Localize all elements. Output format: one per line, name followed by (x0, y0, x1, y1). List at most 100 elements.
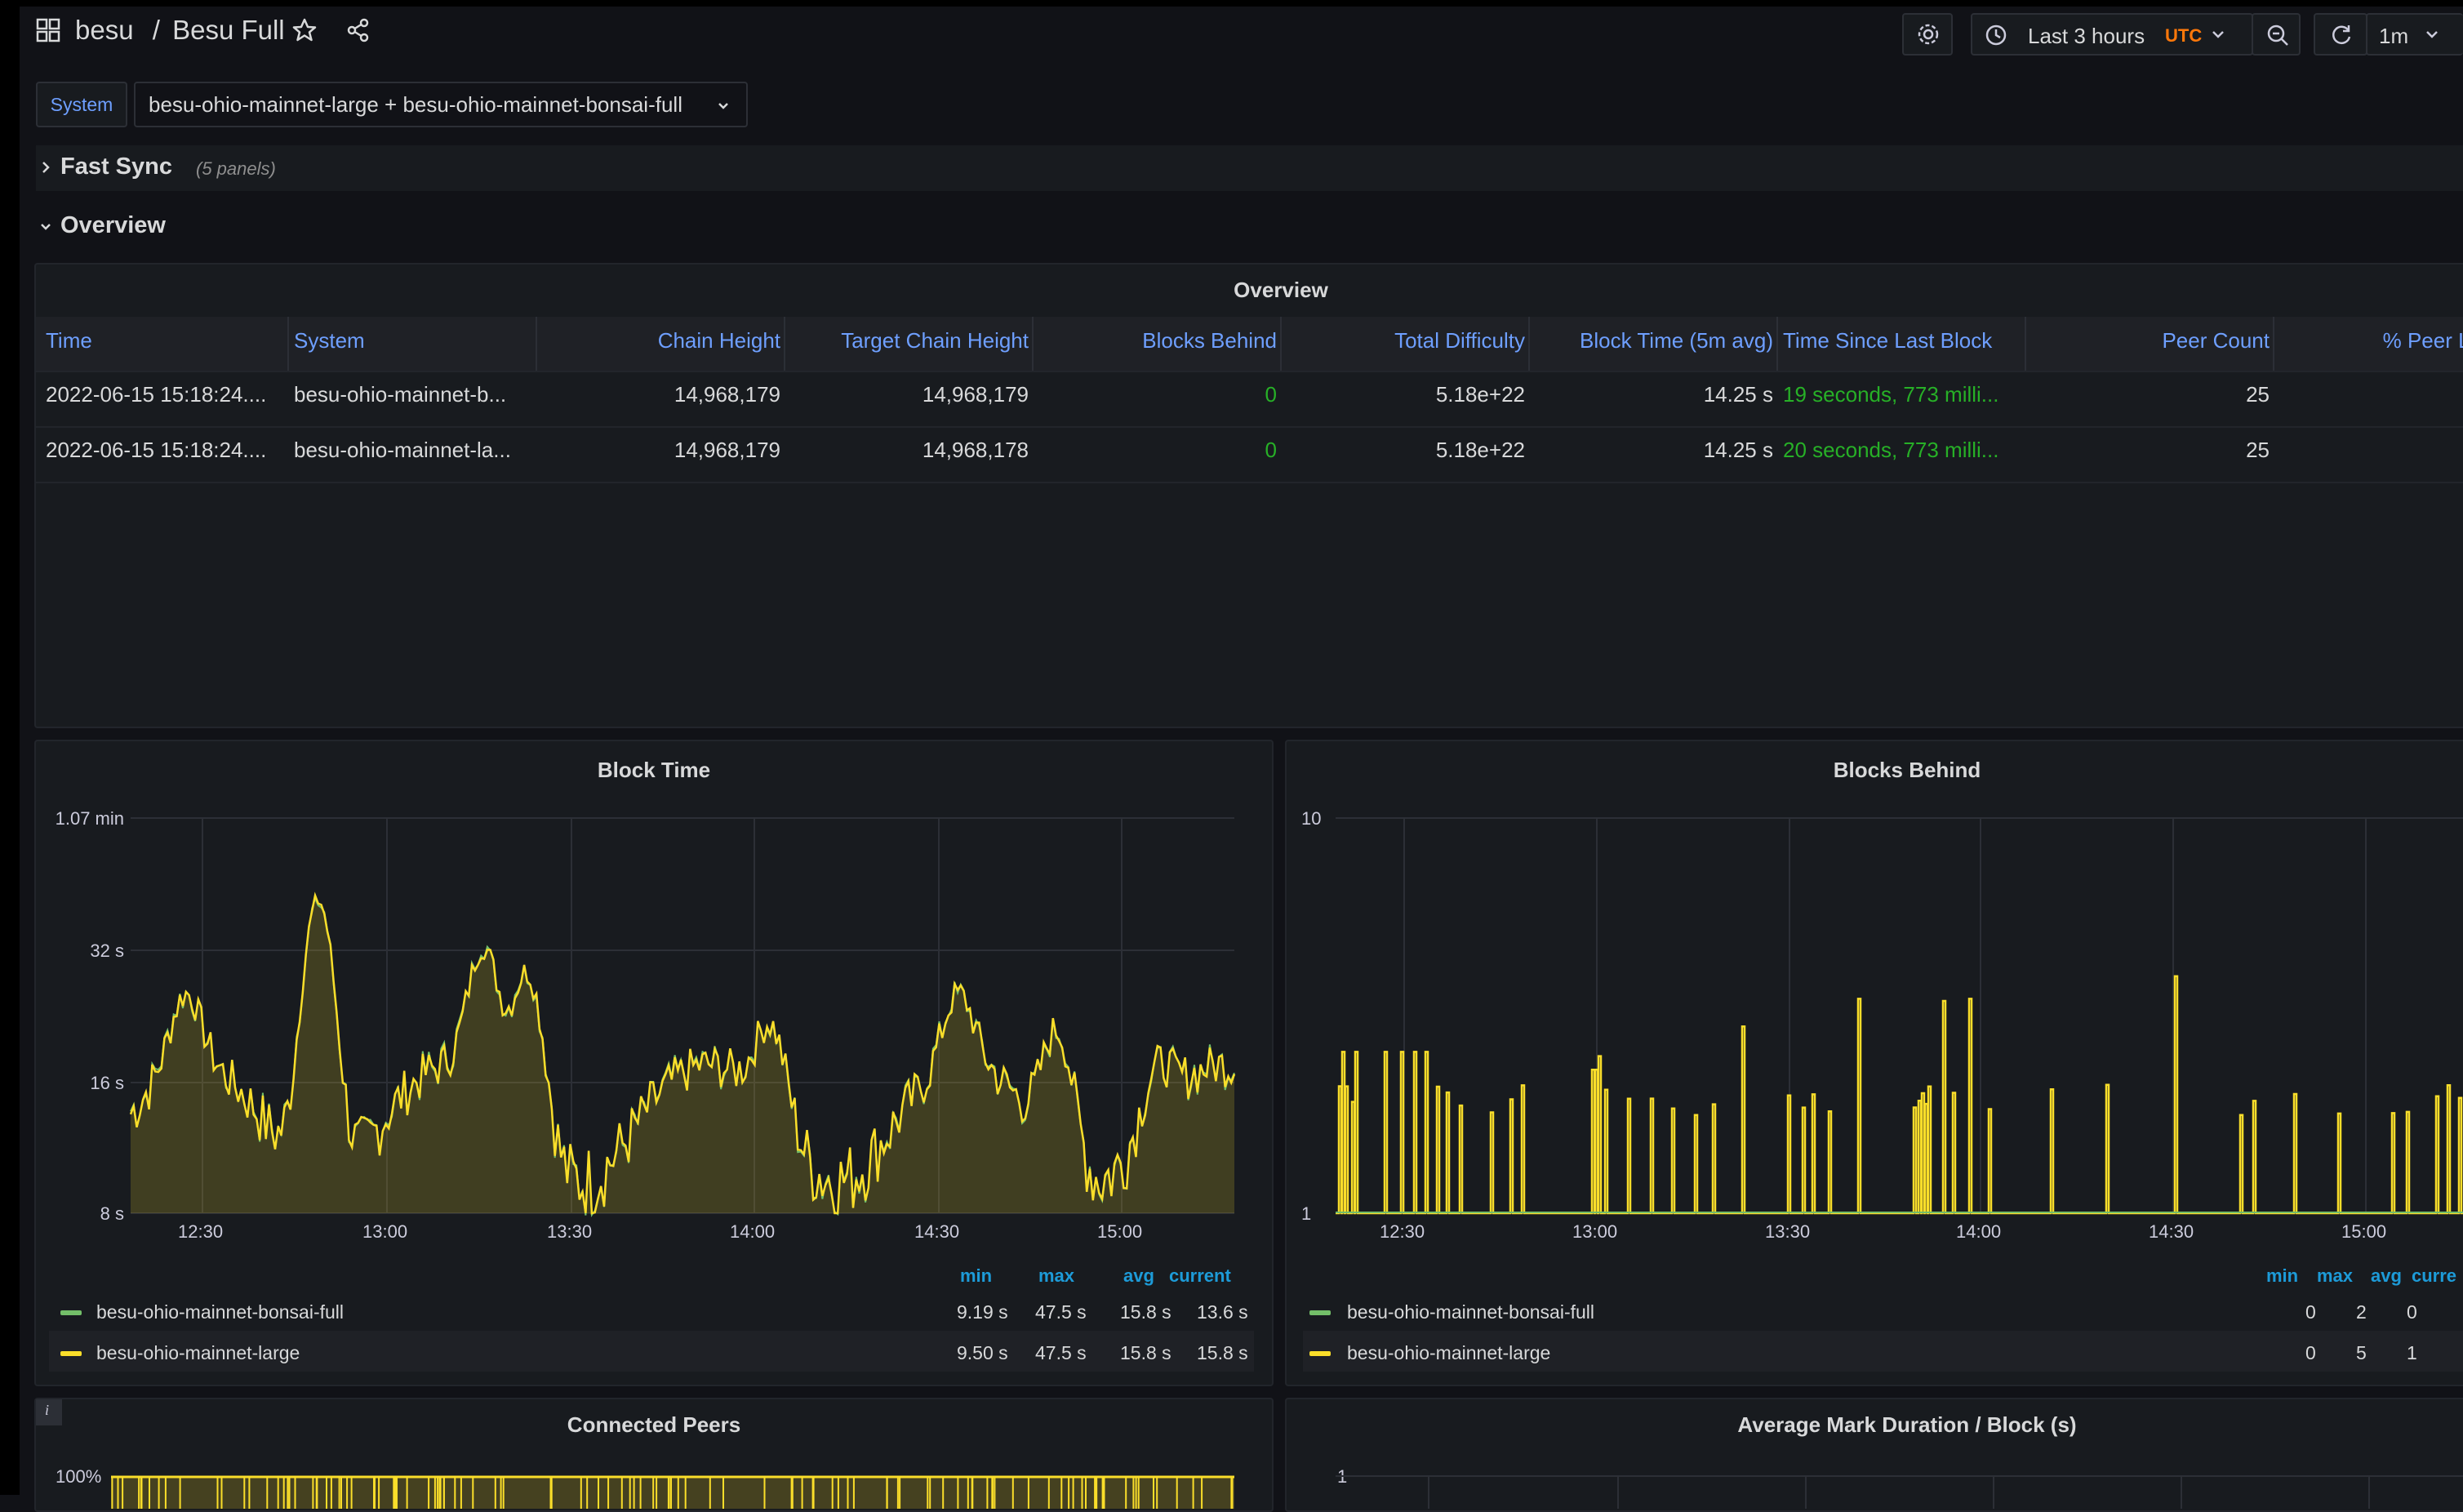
table-cell: besu-ohio-mainnet-la... (294, 438, 511, 462)
x-tick: 14:00 (730, 1221, 776, 1242)
legend-swatch[interactable] (1309, 1351, 1331, 1356)
info-corner[interactable]: i (36, 1399, 62, 1425)
table-cell: 14,968,178 (922, 438, 1029, 462)
panel-title[interactable]: Blocks Behind (1287, 758, 2463, 783)
zoom-out-icon (2267, 24, 2288, 46)
column-header[interactable]: Total Difficulty (1287, 328, 1525, 354)
legend-header[interactable]: min (960, 1265, 992, 1287)
column-header[interactable]: Chain Height (542, 328, 780, 354)
legend-value: 1 (2407, 1342, 2417, 1363)
legend-value: 5 (2356, 1342, 2367, 1363)
legend-series-name[interactable]: besu-ohio-mainnet-large (96, 1342, 300, 1364)
chevron-down-icon (41, 224, 51, 230)
series-line-large (1336, 975, 2463, 1215)
dashboards-grid-icon[interactable] (36, 18, 60, 42)
legend-swatch[interactable] (60, 1310, 82, 1315)
column-header[interactable]: Time Since Last Block (1783, 328, 1992, 354)
breadcrumb-folder[interactable]: besu (75, 15, 134, 45)
column-header[interactable]: Peer Count (2031, 328, 2270, 354)
table-cell: 14,968,179 (922, 382, 1029, 407)
legend-series-name[interactable]: besu-ohio-mainnet-bonsai-full (1347, 1301, 1594, 1323)
column-divider[interactable] (2273, 317, 2274, 371)
row-panel-count: (5 panels) (196, 158, 276, 179)
row-overview[interactable]: Overview (36, 204, 2463, 250)
legend-value: 15.8 s (1120, 1301, 1171, 1323)
row-fast-sync-title: Fast Sync (60, 153, 172, 180)
table-cell: 5.18e+22 (1435, 382, 1525, 407)
refresh-button[interactable] (2314, 13, 2367, 56)
dashboard-settings-button[interactable] (1902, 13, 1953, 56)
table-cell: 20 seconds, 773 milli... (1783, 438, 1999, 462)
system-variable-value: besu-ohio-mainnet-large + besu-ohio-main… (149, 91, 682, 117)
legend-value: 0 (2305, 1342, 2316, 1363)
connected-peers-plot[interactable] (111, 1475, 1234, 1509)
column-divider[interactable] (1280, 317, 1282, 371)
legend-header[interactable]: avg (1123, 1265, 1154, 1287)
x-tick: 13:00 (362, 1221, 408, 1242)
zoom-out-button[interactable] (2252, 13, 2301, 56)
legend-series-name[interactable]: besu-ohio-mainnet-large (1347, 1342, 1550, 1364)
legend-header[interactable]: min (2266, 1265, 2298, 1287)
column-header[interactable]: Time (46, 328, 92, 354)
column-divider[interactable] (784, 317, 785, 371)
table-cell: 100 (2279, 438, 2463, 463)
block-time-plot[interactable] (129, 817, 1236, 1218)
legend-header[interactable]: current (1169, 1265, 1231, 1287)
panel-title[interactable]: Connected Peers (36, 1412, 1272, 1438)
blocks-behind-plot[interactable] (1336, 817, 2463, 1215)
panel-title[interactable]: Average Mark Duration / Block (s) (1287, 1412, 2463, 1438)
clock-icon (1985, 24, 2007, 46)
row-fast-sync[interactable]: Fast Sync (5 panels) (36, 145, 2463, 191)
column-header[interactable]: Target Chain Height (790, 328, 1029, 354)
legend-value: 9.50 s (957, 1342, 1008, 1363)
legend-swatch[interactable] (1309, 1310, 1331, 1315)
gear-icon (1918, 24, 1939, 45)
legend-series-name[interactable]: besu-ohio-mainnet-bonsai-full (96, 1301, 344, 1323)
legend-value: 15.8 s (1197, 1342, 1248, 1363)
x-tick: 12:30 (178, 1221, 224, 1242)
table-cell: 14.25 s (1703, 438, 1773, 462)
column-header[interactable]: Block Time (5m avg) (1535, 328, 1773, 354)
chevron-right-icon (42, 162, 50, 173)
dashboard-title[interactable]: Besu Full (172, 15, 285, 45)
column-divider[interactable] (287, 317, 289, 371)
share-icon[interactable] (346, 18, 371, 42)
table-cell: 100 (2279, 382, 2463, 407)
mark-duration-plot[interactable] (1336, 1475, 2463, 1509)
star-icon[interactable] (292, 18, 317, 42)
column-divider[interactable] (1032, 317, 1034, 371)
refresh-interval-picker[interactable]: 1m (2366, 13, 2463, 56)
column-header[interactable]: % Peer Limit U (2279, 328, 2463, 354)
column-divider[interactable] (2025, 317, 2026, 371)
table-cell: 0 (1265, 382, 1277, 407)
timezone-badge: UTC (2165, 25, 2203, 46)
table-cell: 14,968,179 (674, 382, 780, 407)
time-range-label: Last 3 hours (2028, 24, 2145, 48)
overview-table-panel: Overview Time System Chain Height Target Ch… (34, 263, 2463, 728)
column-divider[interactable] (1776, 317, 1778, 371)
legend-header[interactable]: avg (2371, 1265, 2402, 1287)
divider (36, 371, 2463, 372)
refresh-interval-label: 1m (2379, 24, 2409, 48)
column-header[interactable]: Blocks Behind (1038, 328, 1277, 354)
y-tick: 32 s (90, 941, 124, 961)
column-header[interactable]: System (294, 328, 365, 354)
legend-value: 0 (2407, 1301, 2417, 1323)
panel-title[interactable]: Overview (36, 278, 2463, 303)
y-tick: 16 s (90, 1073, 124, 1093)
system-variable-select[interactable]: besu-ohio-mainnet-large + besu-ohio-main… (134, 82, 748, 127)
panel-title[interactable]: Block Time (36, 758, 1272, 783)
legend-header[interactable]: max (2317, 1265, 2353, 1287)
column-divider[interactable] (1528, 317, 1530, 371)
x-tick: 14:30 (2149, 1221, 2194, 1242)
column-divider[interactable] (536, 317, 537, 371)
table-cell: 25 (2246, 438, 2270, 462)
time-range-picker[interactable]: Last 3 hours UTC (1971, 13, 2253, 56)
legend-header[interactable]: max (1038, 1265, 1074, 1287)
legend-header[interactable]: curre (2412, 1265, 2456, 1287)
x-tick: 15:00 (2341, 1221, 2387, 1242)
table-cell: 0 (1265, 438, 1277, 462)
table-cell: 5.18e+22 (1435, 438, 1525, 462)
legend-swatch[interactable] (60, 1351, 82, 1356)
x-tick: 15:00 (1097, 1221, 1143, 1242)
